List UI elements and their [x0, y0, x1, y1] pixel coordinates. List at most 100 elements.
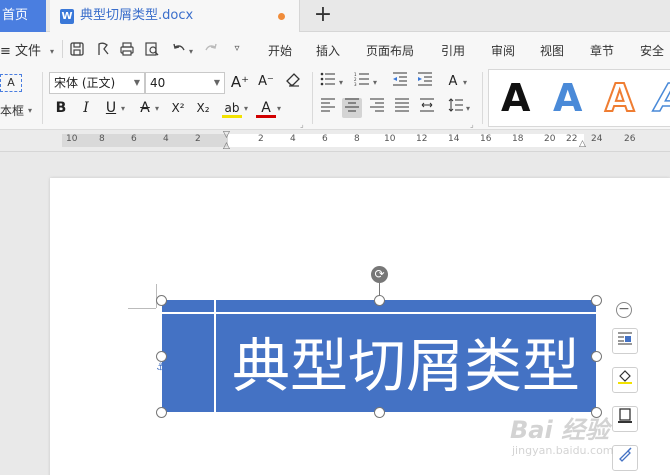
bullet-dropdown-icon[interactable]: ▾	[339, 78, 343, 87]
tab-security[interactable]: 安全	[640, 42, 664, 59]
ruler-margin-area	[62, 134, 228, 147]
strikethrough-dropdown-icon[interactable]: ▾	[155, 104, 159, 113]
tab-home[interactable]: 首页	[0, 0, 46, 32]
text-direction-icon[interactable]: A	[443, 72, 463, 92]
decrease-indent-icon[interactable]	[390, 72, 410, 92]
ruler-label: 2	[258, 134, 264, 144]
superscript-button[interactable]: X²	[168, 98, 188, 118]
font-size-select[interactable]: 40 ▼	[145, 72, 225, 94]
horizontal-ruler[interactable]: 10 8 6 4 2 2 4 6 8 10 12 14 16 18 20 22 …	[0, 130, 670, 152]
distributed-align-icon[interactable]	[417, 98, 437, 118]
highlight-button[interactable]: ab	[222, 98, 242, 118]
print-preview-icon[interactable]	[143, 41, 161, 57]
paragraph-dialog-launcher-icon[interactable]: ⌟	[470, 120, 474, 129]
tab-section[interactable]: 章节	[590, 42, 614, 59]
ruler-label: 8	[99, 134, 105, 144]
ruler-label: 4	[163, 134, 169, 144]
writer-doc-icon: W	[60, 9, 74, 24]
tab-document[interactable]: W 典型切屑类型.docx	[50, 0, 300, 32]
tab-view[interactable]: 视图	[540, 42, 564, 59]
right-indent-marker[interactable]: △	[579, 140, 586, 149]
first-line-indent-marker[interactable]: ▽	[223, 131, 230, 140]
text-shape[interactable]: 典型切屑类型	[162, 300, 596, 412]
italic-button[interactable]: I	[76, 98, 96, 118]
new-tab-button[interactable]: +	[312, 4, 334, 26]
numbered-list-icon[interactable]: 123	[352, 72, 372, 92]
file-menu[interactable]: ≡ 文件	[0, 40, 41, 59]
grow-font-button[interactable]: A⁺	[230, 72, 250, 92]
left-indent-marker[interactable]: △	[223, 142, 230, 151]
undo-dropdown-icon[interactable]: ▾	[189, 47, 193, 56]
line-spacing-dropdown-icon[interactable]: ▾	[466, 104, 470, 113]
numbered-dropdown-icon[interactable]: ▾	[373, 78, 377, 87]
tab-references[interactable]: 引用	[441, 42, 465, 59]
style-sample-blue-outline[interactable]: A	[654, 75, 670, 121]
redo-icon[interactable]	[202, 41, 220, 57]
separator	[482, 72, 483, 124]
resize-handle-bottom[interactable]	[374, 407, 385, 418]
align-left-icon[interactable]	[318, 98, 338, 118]
tab-bar: 首页 W 典型切屑类型.docx +	[0, 0, 670, 32]
ruler-label: 2	[195, 134, 201, 144]
line-spacing-icon[interactable]	[446, 98, 466, 118]
subscript-button[interactable]: X₂	[193, 98, 213, 118]
underline-button[interactable]: U	[101, 98, 121, 118]
ruler-label: 16	[480, 134, 492, 144]
svg-text:3: 3	[354, 82, 357, 86]
tab-start[interactable]: 开始	[268, 42, 292, 59]
tab-insert[interactable]: 插入	[316, 42, 340, 59]
shape-text[interactable]: 典型切屑类型	[232, 326, 580, 406]
print-icon[interactable]	[118, 41, 136, 57]
separator	[62, 40, 63, 58]
align-right-icon[interactable]	[367, 98, 387, 118]
textbox-dropdown-icon[interactable]: ▾	[28, 106, 32, 115]
resize-handle-top[interactable]	[374, 295, 385, 306]
file-dropdown-icon[interactable]: ▾	[50, 47, 54, 56]
rotate-handle-icon[interactable]: ⟳	[371, 266, 388, 283]
resize-handle-left[interactable]	[156, 351, 167, 362]
resize-handle-bottom-left[interactable]	[156, 407, 167, 418]
style-sample-orange-outline[interactable]: A	[604, 75, 635, 121]
layout-options-icon[interactable]	[612, 328, 638, 354]
ruler-label: 6	[131, 134, 137, 144]
anchor-icon[interactable]: ⚓	[156, 362, 168, 374]
bold-button[interactable]: B	[51, 98, 71, 118]
shape-fill-icon[interactable]	[612, 367, 638, 393]
textbox-icon[interactable]: A	[0, 74, 22, 92]
clear-format-button[interactable]	[283, 72, 303, 92]
save-icon[interactable]	[68, 41, 86, 57]
underline-dropdown-icon[interactable]: ▾	[121, 104, 125, 113]
baidu-watermark: Bai 经验 jingyan.baidu.com	[510, 410, 660, 470]
strikethrough-button[interactable]: A	[135, 98, 155, 118]
highlight-dropdown-icon[interactable]: ▾	[244, 104, 248, 113]
tab-review[interactable]: 审阅	[491, 42, 515, 59]
style-sample-black[interactable]: A	[501, 76, 530, 120]
font-color-button[interactable]: A	[256, 98, 276, 118]
watermark-logo-text: Bai 经验	[510, 416, 610, 444]
align-center-icon[interactable]	[342, 98, 362, 118]
separator	[312, 72, 313, 124]
ruler-label: 20	[544, 134, 556, 144]
resize-handle-top-left[interactable]	[156, 295, 167, 306]
margin-corner-mark	[128, 308, 156, 309]
collapse-toolbar-icon[interactable]: −	[616, 302, 632, 318]
tab-page-layout[interactable]: 页面布局	[366, 42, 414, 59]
shrink-font-button[interactable]: A⁻	[256, 72, 276, 92]
font-name-select[interactable]: 宋体 (正文) ▼	[49, 72, 145, 94]
font-color-dropdown-icon[interactable]: ▾	[277, 104, 281, 113]
customize-toolbar-icon[interactable]: ▿	[228, 41, 246, 57]
justify-icon[interactable]	[392, 98, 412, 118]
ruler-label: 6	[322, 134, 328, 144]
ruler-label: 22	[566, 134, 578, 144]
export-pdf-icon[interactable]	[94, 41, 112, 57]
undo-icon[interactable]	[170, 41, 188, 57]
ruler-label: 14	[448, 134, 460, 144]
text-direction-dropdown-icon[interactable]: ▾	[463, 78, 467, 87]
font-dialog-launcher-icon[interactable]: ⌟	[300, 120, 304, 129]
style-sample-blue[interactable]: A	[553, 76, 582, 120]
resize-handle-top-right[interactable]	[591, 295, 602, 306]
textbox-label[interactable]: 本框	[0, 102, 24, 119]
increase-indent-icon[interactable]	[415, 72, 435, 92]
bullet-list-icon[interactable]	[318, 72, 338, 92]
resize-handle-right[interactable]	[591, 351, 602, 362]
